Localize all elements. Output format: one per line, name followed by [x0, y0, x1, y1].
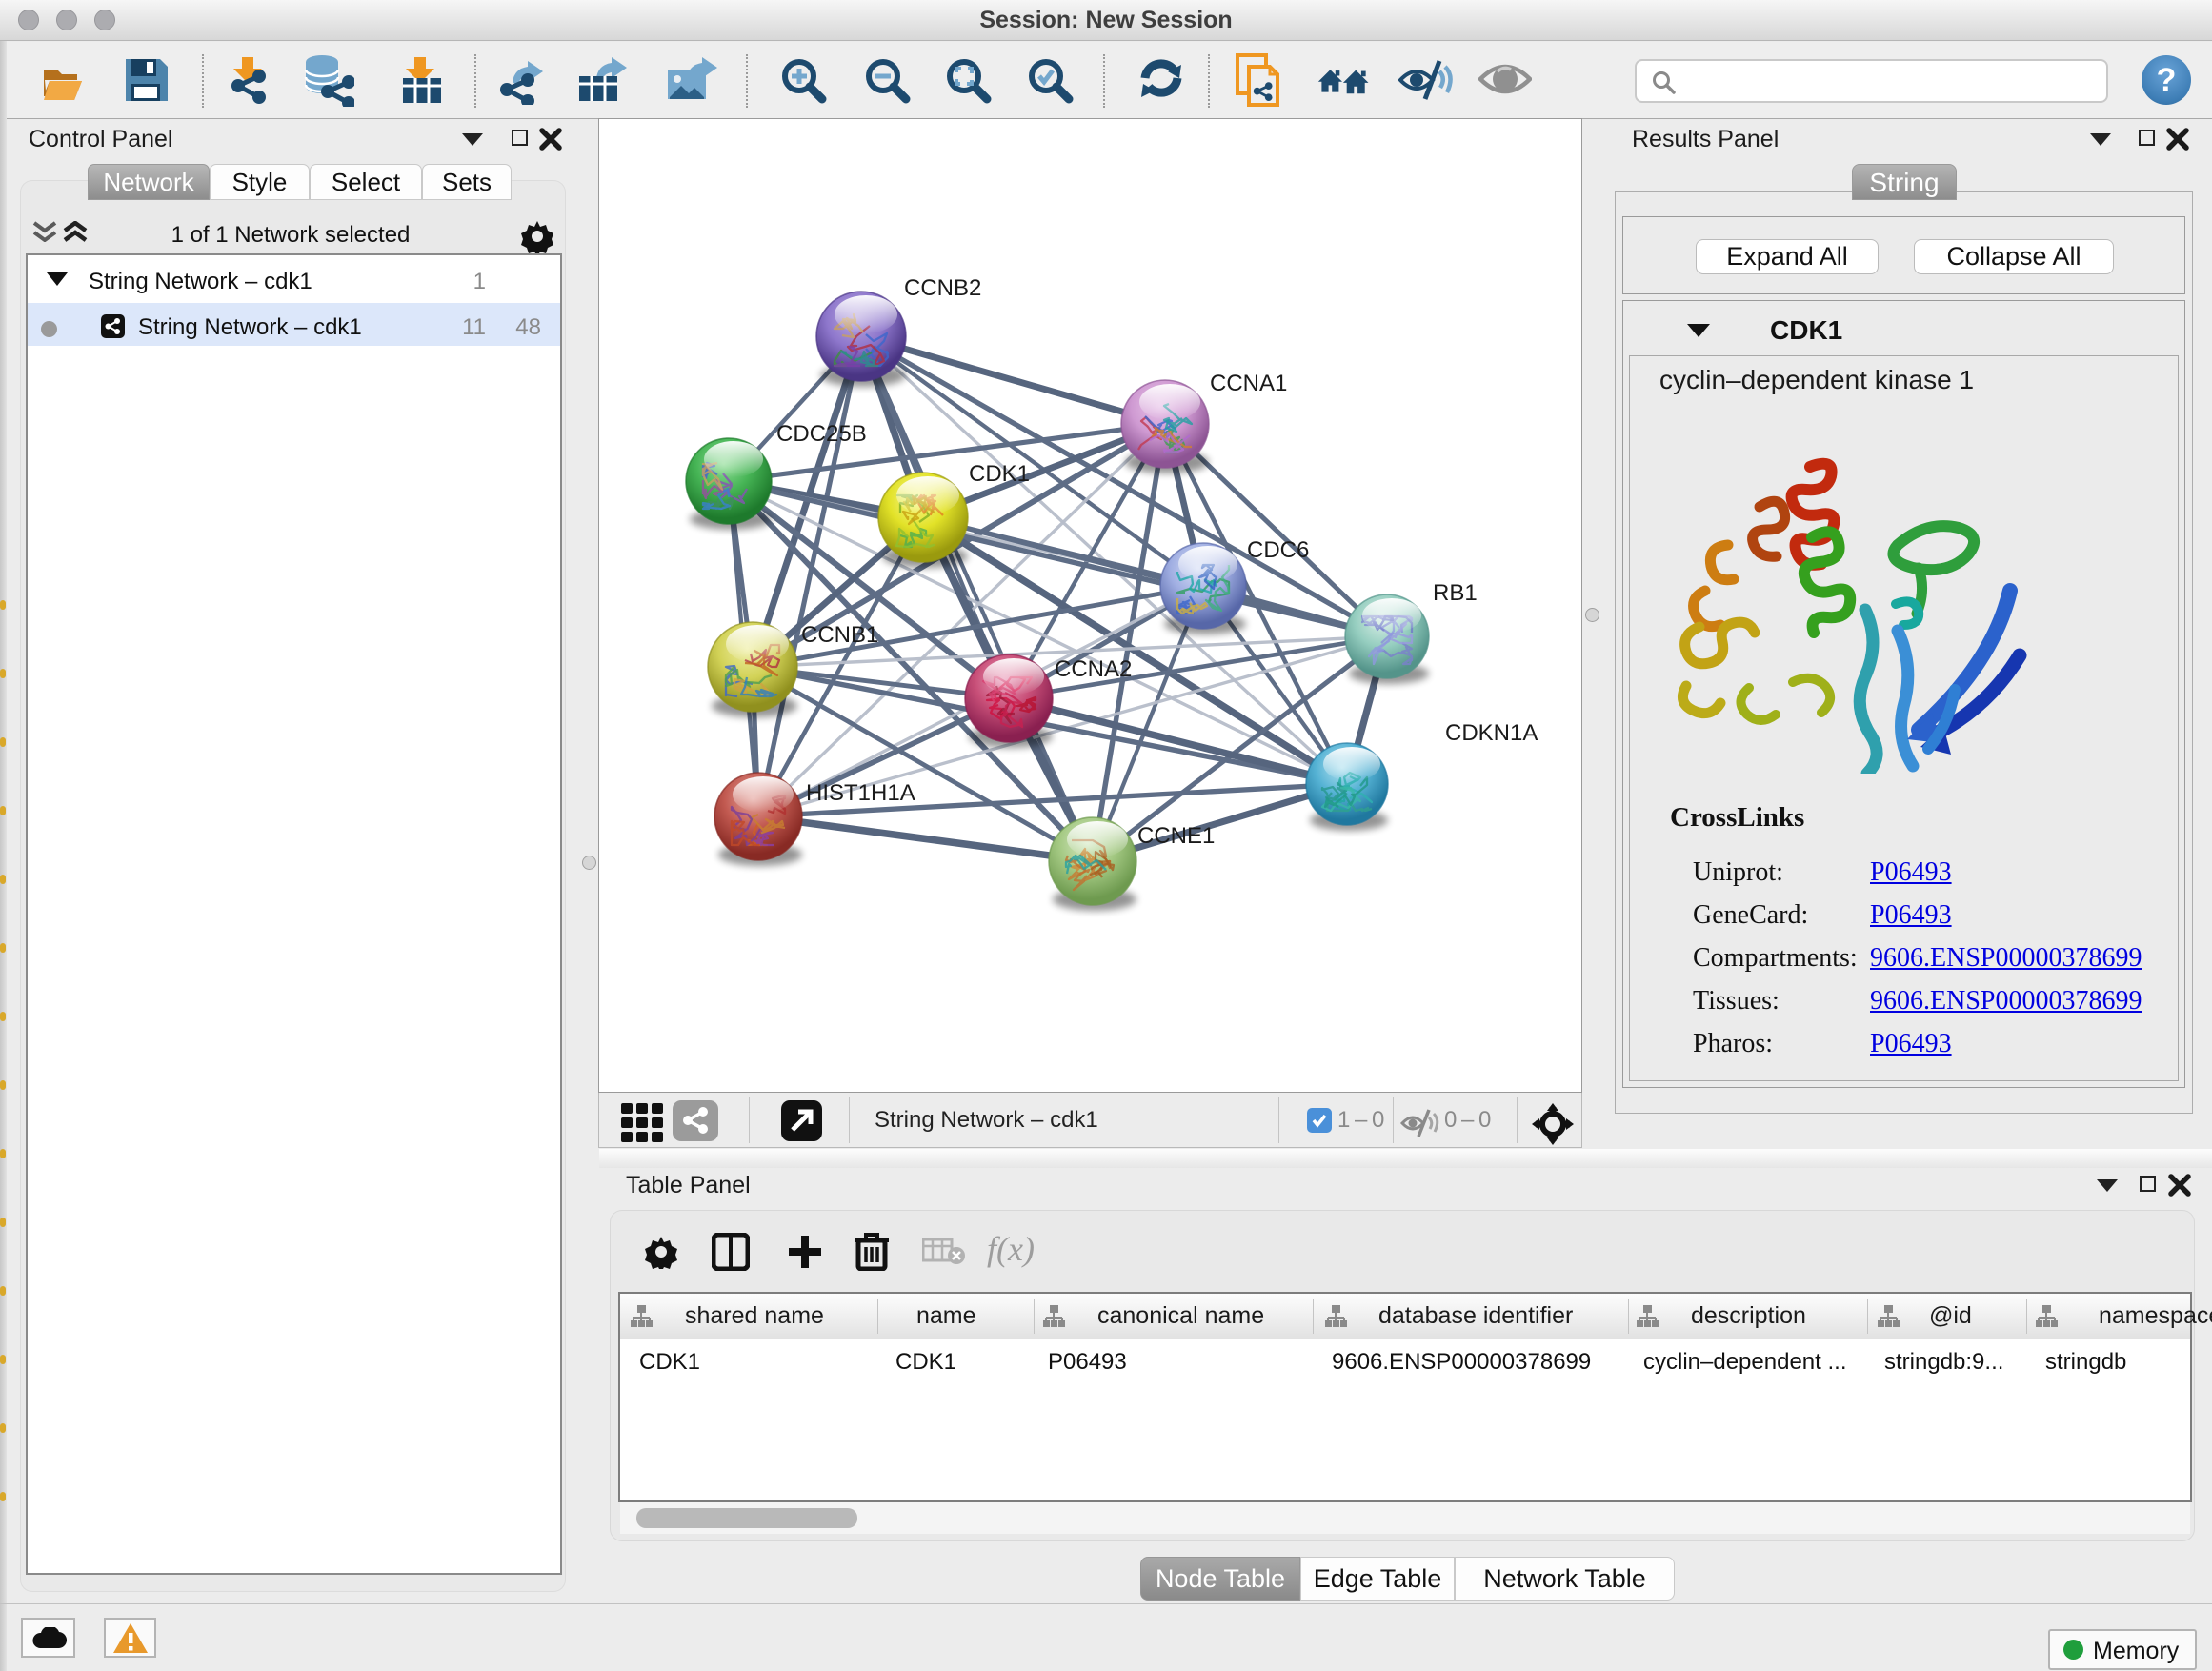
svg-text:CCNA2: CCNA2 [1055, 656, 1132, 682]
svg-text:CDKN1A: CDKN1A [1445, 720, 1538, 746]
svg-text:RB1: RB1 [1433, 580, 1478, 606]
svg-text:CCNE1: CCNE1 [1137, 823, 1215, 849]
svg-text:HIST1H1A: HIST1H1A [806, 780, 915, 806]
svg-text:CDC6: CDC6 [1247, 537, 1309, 563]
svg-text:CDC25B: CDC25B [776, 421, 867, 447]
svg-text:CCNA1: CCNA1 [1210, 371, 1287, 396]
svg-text:CCNB1: CCNB1 [801, 622, 878, 648]
svg-text:CDK1: CDK1 [969, 461, 1030, 487]
svg-text:CCNB2: CCNB2 [904, 275, 981, 301]
